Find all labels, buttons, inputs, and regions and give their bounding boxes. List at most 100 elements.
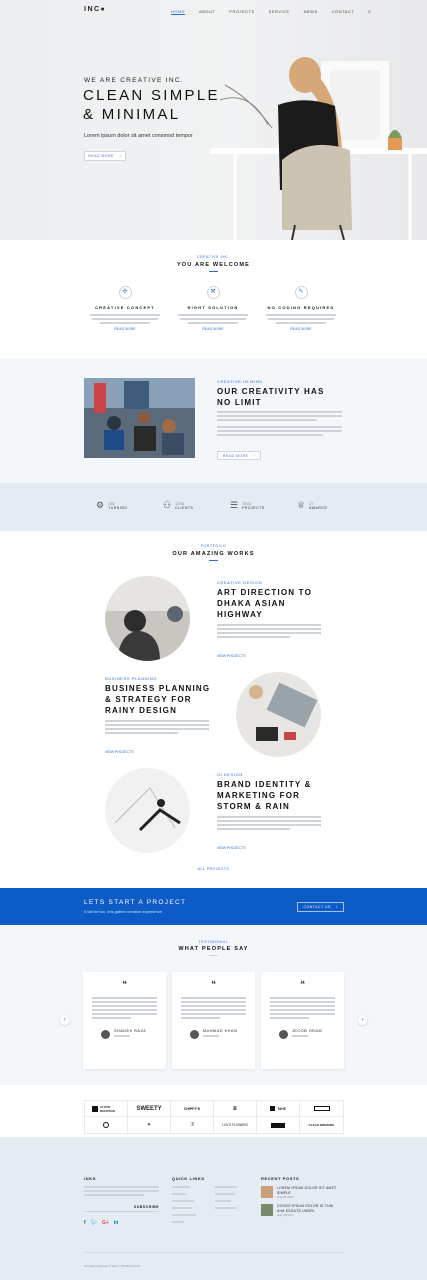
client-logo[interactable]: SWEETY [128, 1101, 171, 1117]
feature-title: NO CODING REQUIRED [267, 305, 335, 310]
stat-turning: ⚙ 256 TURNING [96, 500, 128, 511]
work-desc [217, 816, 321, 832]
nav-news[interactable]: NEWS [304, 9, 318, 15]
stat-projects: ☰ 7503 PROJECTS [230, 500, 265, 511]
social-links: f 🐦︎ G+ in [84, 1220, 159, 1226]
subscribe-button[interactable]: SUBSCRIBE [134, 1205, 159, 1209]
client-logo[interactable]: ℛ [171, 1117, 214, 1133]
works-kicker: PORTFOLIO [200, 544, 227, 548]
nav-home[interactable]: HOME [171, 9, 185, 15]
google-plus-icon[interactable]: G+ [102, 1220, 109, 1226]
view-projects-link[interactable]: VIEW PROJECTS [217, 846, 246, 850]
client-logo[interactable] [85, 1117, 128, 1133]
email-input[interactable] [84, 1204, 134, 1209]
feature-read-more-link[interactable]: READ MORE [178, 327, 248, 331]
view-projects-link[interactable]: VIEW PROJECTS [105, 750, 134, 754]
welcome-title: YOU ARE WELCOME [176, 262, 251, 268]
carousel-next-icon[interactable]: › [358, 1016, 367, 1025]
work-title-line: DHAKA ASIAN [217, 599, 286, 608]
welcome-kicker: CREATIVE INC. [196, 255, 231, 259]
hero-read-more-label: READ MORE [88, 154, 115, 158]
mind-paragraph [217, 411, 342, 438]
nav-service[interactable]: SERVICE [269, 9, 290, 15]
testimonial-card: ❝ JECOB ORAM [261, 972, 344, 1069]
feature-title: RIGHT SOLUTION [187, 305, 239, 310]
tools-icon: ⚒ [206, 286, 220, 299]
stat-clients: ⚇ 1236 CLIENTS [163, 500, 193, 511]
client-logo[interactable]: CLEAR BREWING [300, 1117, 343, 1133]
footer-divider [84, 1252, 344, 1253]
work-photo-jumping-man [105, 768, 190, 853]
testimonial-kicker: TESTIMONIAL [198, 940, 229, 944]
twitter-icon[interactable]: 🐦︎ [91, 1220, 97, 1226]
quote-icon: ❝ [300, 980, 305, 990]
client-logo[interactable]: LUV'S FLOWERS [214, 1117, 257, 1133]
stat-label: CLIENTS [175, 506, 194, 510]
mind-read-more-button[interactable]: READ MORE › [217, 451, 261, 460]
testimonials-section: TESTIMONIAL WHAT PEOPLE SAY ‹ › ❝ SHADEK… [0, 925, 427, 1085]
author-name: JECOB ORAM [292, 1029, 323, 1033]
avatar [101, 1029, 110, 1039]
hero-kicker: WE ARE CREATIVE INC. [84, 77, 184, 84]
work-title-line: ART DIRECTION TO [217, 588, 313, 597]
work-desc [105, 720, 209, 736]
client-logo[interactable]: CHIPPY'S [171, 1101, 214, 1117]
carousel-prev-icon[interactable]: ‹ [60, 1016, 69, 1025]
testimonial-card: ❝ MAHMUD KHAN [172, 972, 255, 1069]
mind-title-2: NO LIMIT [217, 398, 262, 407]
client-logo[interactable]: ✦ [128, 1117, 171, 1133]
all-projects-link[interactable]: ALL PROJECTS [0, 867, 427, 871]
facebook-icon[interactable]: f [84, 1220, 86, 1226]
nav-projects[interactable]: PROJECTS [229, 9, 254, 15]
layers-icon: ☰ [230, 500, 239, 510]
author-name: MAHMUD KHAN [203, 1029, 238, 1033]
contact-us-button[interactable]: CONTACT US › [297, 902, 344, 912]
works-title: OUR AMAZING WORKS [172, 551, 255, 557]
post-date: Aug 28 2017 [277, 1195, 295, 1199]
hero-section: INC● HOME ABOUT PROJECTS SERVICE NEWS CO… [0, 0, 427, 240]
hero-title-1: CLEAN SIMPLE [83, 87, 220, 104]
linkedin-icon[interactable]: in [114, 1220, 118, 1226]
contact-us-label: CONTACT US [303, 905, 331, 909]
hero-read-more-button[interactable]: READ MORE › [84, 151, 126, 161]
footer-col-recent-posts: RECENT POSTS LOREM IPSUM DOLOR SIT AMET … [261, 1176, 346, 1217]
search-icon[interactable]: ⌕ [368, 9, 371, 15]
client-logo[interactable]: CLOUD MOUNTAIN [85, 1101, 128, 1117]
gear-icon: ⚙ [96, 500, 105, 510]
trophy-icon: ♕ [297, 500, 306, 510]
logo-grid: CLOUD MOUNTAIN SWEETY CHIPPY'S ♛ TAHE ✦ … [84, 1100, 344, 1134]
feature-title: CREATIVE CONCEPT [95, 305, 155, 310]
post-title: LOREM IPSUM DOLOR SIT AMET SIMPLE [277, 1186, 337, 1195]
client-logo[interactable] [300, 1101, 343, 1117]
chevron-right-icon: › [120, 154, 122, 158]
cta-title: LETS START A PROJECT [84, 899, 187, 906]
cta-banner: LETS START A PROJECT It will be fun, let… [0, 888, 427, 925]
feature-read-more-link[interactable]: READ MORE [266, 327, 336, 331]
testimonial-title: WHAT PEOPLE SAY [178, 946, 249, 952]
feature-read-more-link[interactable]: READ MORE [90, 327, 160, 331]
recent-post[interactable]: OCHOO IPSUM DOLOR ID TUNI AHA ESOUTE UND… [261, 1204, 346, 1217]
compass-icon: ✣ [118, 286, 132, 299]
stat-awards: ♕ 27 AWARDS [297, 500, 327, 511]
mind-kicker: CREATIVE IN MIND [217, 379, 263, 384]
cta-subtitle: It will be fun, lets gather creative exp… [84, 909, 162, 914]
nav-contact[interactable]: CONTACT [332, 9, 355, 15]
chevron-right-icon: › [335, 905, 338, 909]
avatar [279, 1029, 288, 1039]
code-icon: ✎ [294, 286, 308, 299]
brand-logo[interactable]: INC● [84, 6, 106, 13]
work-title-line: BRAND IDENTITY & [217, 780, 312, 789]
feature-no-coding: ✎ NO CODING REQUIRED READ MORE [266, 286, 336, 331]
client-logo[interactable]: TAHE [257, 1101, 300, 1117]
nav-about[interactable]: ABOUT [199, 9, 215, 15]
hero-subtitle: Lorem ipsum dolor sit amet consmod tempo… [84, 133, 193, 139]
post-thumbnail [261, 1204, 273, 1216]
post-title: OCHOO IPSUM DOLOR ID TUNI AHA ESOUTE UND… [277, 1204, 334, 1213]
client-logo[interactable]: ♛ [214, 1101, 257, 1117]
mind-title-1: OUR CREATIVITY HAS [217, 387, 325, 396]
view-projects-link[interactable]: VIEW PROJECTS [217, 654, 246, 658]
copyright: All rights reserved © 2017 ITOXBA 5 ID.I… [84, 1264, 141, 1268]
recent-post[interactable]: LOREM IPSUM DOLOR SIT AMET SIMPLE Aug 28 … [261, 1186, 346, 1199]
testimonial-card: ❝ SHADEK RAZA [83, 972, 166, 1069]
client-logo[interactable] [257, 1117, 300, 1133]
